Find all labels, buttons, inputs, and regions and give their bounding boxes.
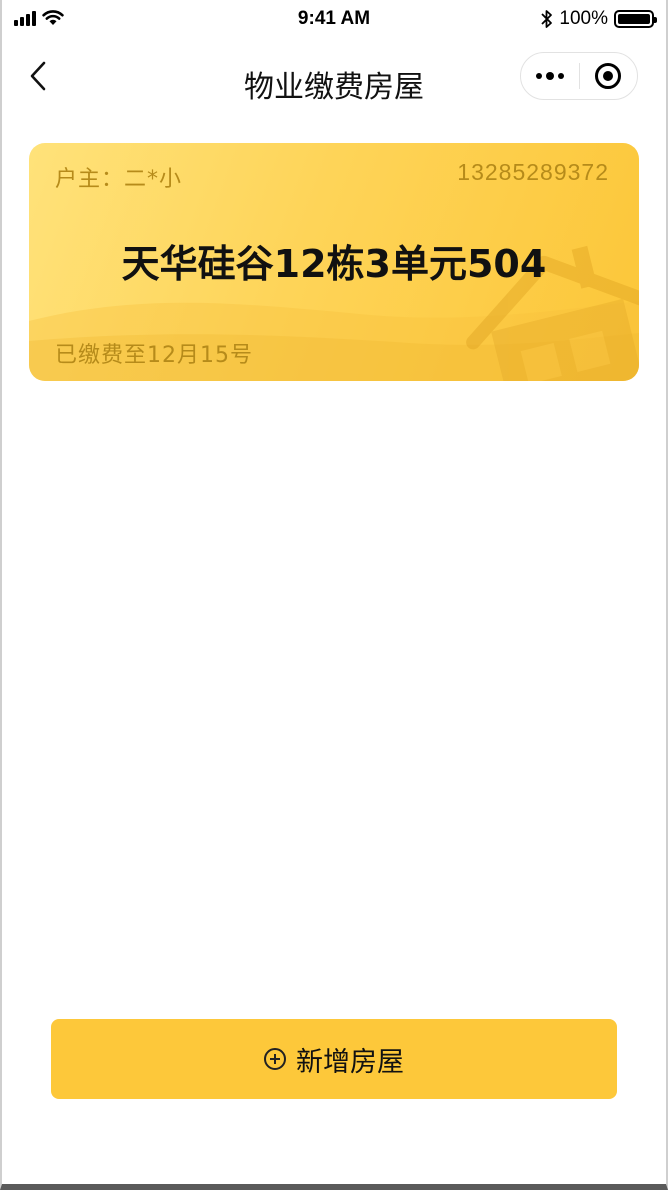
add-house-button[interactable]: 新增房屋: [51, 1019, 617, 1099]
status-bar: 9:41 AM 100%: [0, 0, 668, 40]
nav-bar: 物业缴费房屋: [0, 44, 668, 120]
add-house-label: 新增房屋: [296, 1046, 404, 1078]
more-dots-icon: [535, 72, 564, 80]
paid-until-status: 已缴费至12月15号: [55, 343, 253, 368]
bluetooth-icon: [541, 10, 553, 28]
owner-label: 户主：二*小: [55, 167, 183, 192]
battery-icon: [614, 10, 657, 28]
plus-circle-icon: [264, 1048, 286, 1070]
house-address: 天华硅谷12栋3单元504: [121, 242, 547, 286]
status-right: 100%: [541, 8, 657, 30]
owner-phone: 13285289372: [457, 159, 609, 185]
mini-program-capsule: [520, 52, 638, 100]
house-card[interactable]: 户主：二*小 13285289372 天华硅谷12栋3单元504 已缴费至12月…: [29, 143, 639, 381]
target-circle-icon: [595, 63, 622, 89]
close-button[interactable]: [579, 53, 637, 99]
more-button[interactable]: [521, 53, 579, 99]
battery-percent: 100%: [559, 8, 608, 29]
